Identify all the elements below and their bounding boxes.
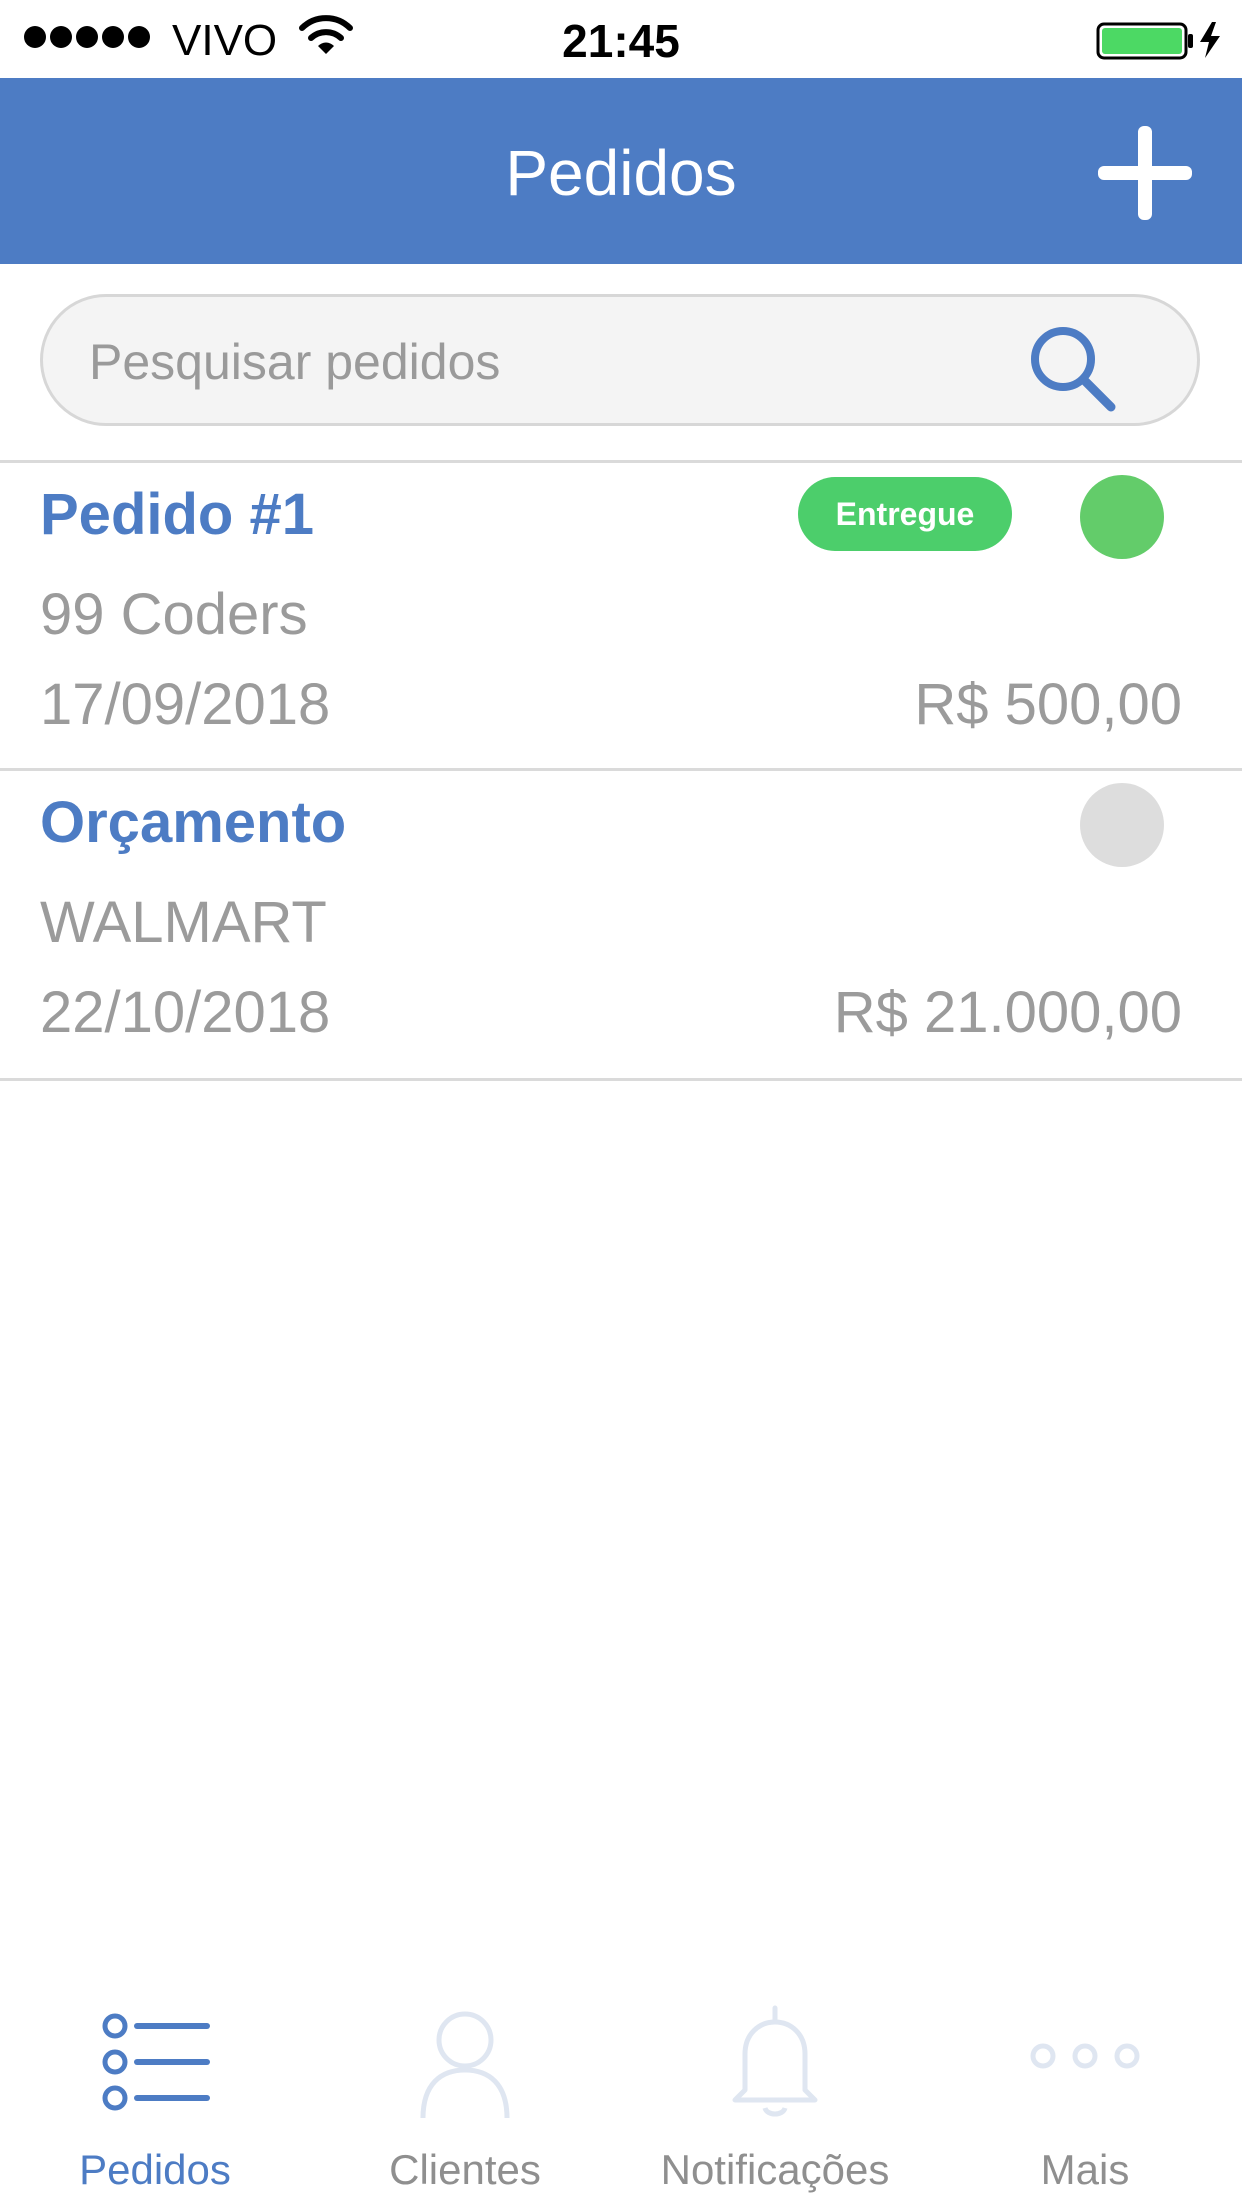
tab-label: Pedidos [79, 2146, 231, 2193]
user-icon [310, 2004, 620, 2124]
list-icon [0, 2004, 310, 2124]
order-date: 22/10/2018 [40, 980, 331, 1045]
add-order-button[interactable] [1090, 118, 1200, 228]
search-icon[interactable] [1023, 319, 1123, 419]
order-list-item[interactable]: Orçamento WALMART 22/10/2018 R$ 21.000,0… [0, 771, 1242, 1077]
order-date: 17/09/2018 [40, 672, 331, 737]
tab-label: Clientes [389, 2146, 541, 2193]
tab-label: Mais [1040, 2146, 1130, 2193]
order-title: Orçamento [40, 790, 347, 855]
tab-pedidos[interactable]: Pedidos [0, 1960, 310, 2208]
plus-icon [1098, 126, 1192, 220]
tab-mais[interactable]: Mais [930, 1960, 1240, 2208]
tab-notificacoes[interactable]: Notificações [620, 1960, 930, 2208]
status-indicator-dot [1080, 783, 1164, 867]
battery-icon [1096, 20, 1226, 65]
tab-label: Notificações [660, 2146, 890, 2193]
clock-time: 21:45 [562, 15, 680, 67]
tab-clientes[interactable]: Clientes [310, 1960, 620, 2208]
order-list-item[interactable]: Pedido #1 Entregue 99 Coders 17/09/2018 … [0, 463, 1242, 769]
bell-icon [620, 2004, 930, 2124]
order-title: Pedido #1 [40, 482, 314, 547]
more-icon [930, 2004, 1240, 2124]
navigation-bar: Pedidos [0, 78, 1242, 264]
status-badge: Entregue [798, 477, 1012, 551]
order-client: WALMART [40, 890, 327, 955]
tab-bar: Pedidos Clientes Notificações Mais [0, 1960, 1242, 2208]
status-indicator-dot [1080, 475, 1164, 559]
divider [0, 1078, 1242, 1081]
page-title: Pedidos [505, 137, 737, 209]
order-value: R$ 500,00 [914, 672, 1182, 737]
order-value: R$ 21.000,00 [833, 980, 1182, 1045]
order-client: 99 Coders [40, 582, 308, 647]
search-input[interactable] [87, 323, 991, 401]
search-bar [40, 294, 1200, 426]
status-bar: VIVO 21:45 [0, 0, 1242, 78]
search-section [0, 264, 1242, 460]
